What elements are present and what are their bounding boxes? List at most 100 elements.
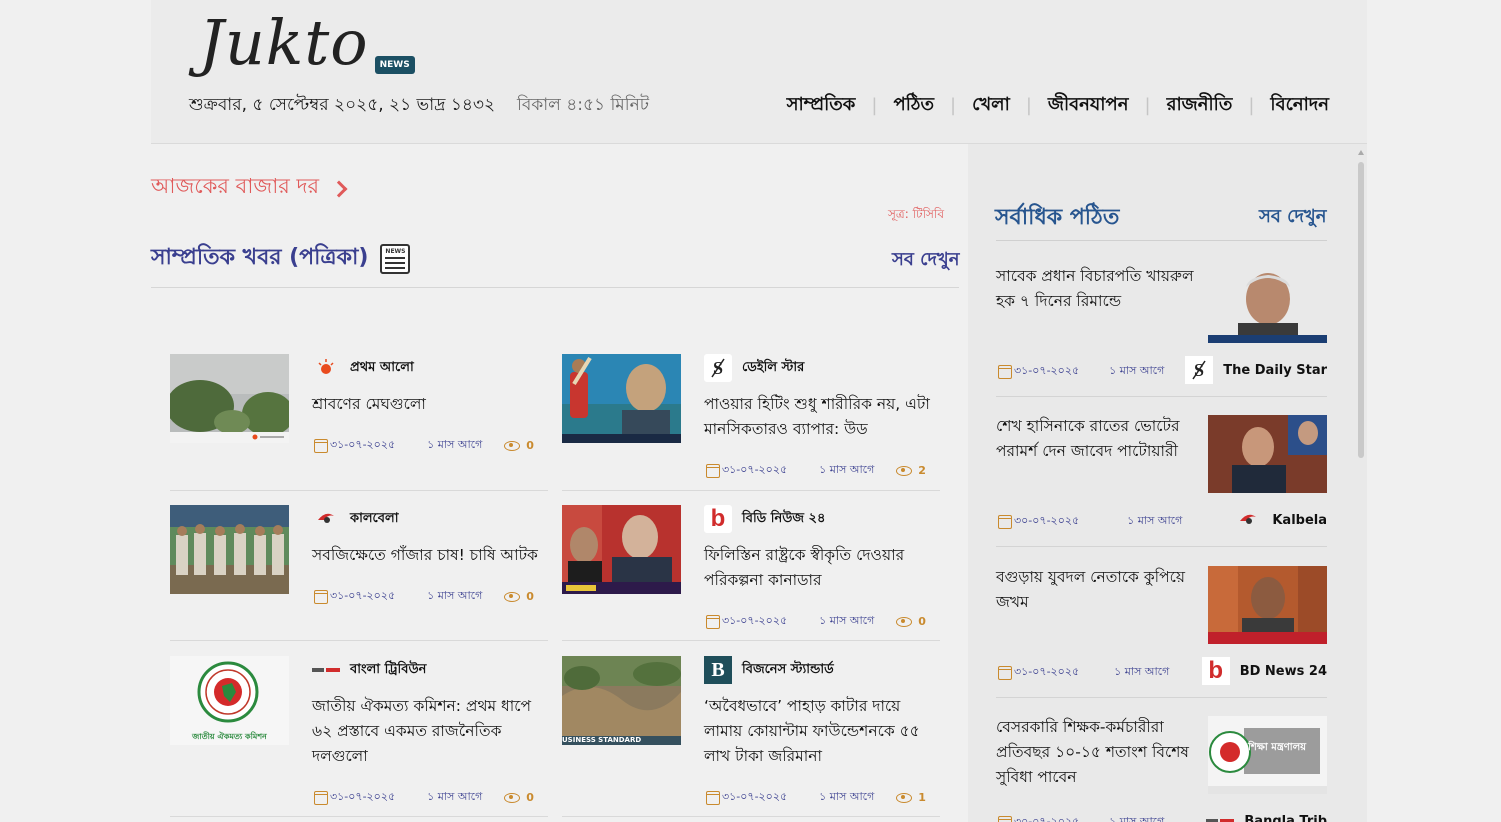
news-views: 1 bbox=[918, 791, 926, 804]
nav-item-politics[interactable]: রাজনীতি bbox=[1167, 90, 1233, 121]
nav-separator: | bbox=[949, 95, 957, 116]
most-read-source: Kalbela bbox=[1234, 506, 1327, 534]
most-read-item-title[interactable]: সাবেক প্রধান বিচারপতি খায়রুল হক ৭ দিনের… bbox=[996, 264, 1196, 314]
most-read-item-title[interactable]: বগুড়ায় যুবদল নেতাকে কুপিয়ে জখম bbox=[996, 565, 1196, 615]
most-read-thumbnail[interactable] bbox=[1208, 566, 1327, 644]
nav-item-recent[interactable]: সাম্প্রতিক bbox=[787, 90, 856, 121]
most-read-source: b BD News 24 bbox=[1201, 657, 1327, 685]
card-divider bbox=[996, 396, 1327, 397]
news-thumbnail[interactable] bbox=[562, 354, 681, 443]
card-divider bbox=[170, 640, 548, 641]
scrollbar-thumb[interactable] bbox=[1358, 162, 1364, 458]
news-title[interactable]: শ্রাবণের মেঘগুলো bbox=[312, 392, 548, 417]
nav-item-lifestyle[interactable]: জীবনযাপন bbox=[1048, 90, 1129, 121]
bdnews24-logo-icon: b bbox=[704, 505, 732, 533]
news-title[interactable]: ফিলিস্তিন রাষ্ট্রকে স্বীকৃতি দেওয়ার পরি… bbox=[704, 543, 940, 593]
news-source: B বিজনেস স্ট্যান্ডার্ড bbox=[704, 656, 834, 684]
most-read-source-name: BD News 24 bbox=[1239, 663, 1327, 679]
latest-news-heading: সাম্প্রতিক খবর (পত্রিকা) NEWS bbox=[151, 240, 411, 277]
most-read-sidebar: সর্বাধিক পঠিত সব দেখুন সাবেক প্রধান বিচা… bbox=[968, 144, 1367, 822]
most-read-thumbnail[interactable] bbox=[1208, 415, 1327, 493]
nav-item-sports[interactable]: খেলা bbox=[972, 90, 1010, 121]
news-meta: ৩১-০৭-২০২৫ ১ মাস আগে 0 bbox=[314, 587, 534, 606]
most-read-time-ago: ১ মাস আগে bbox=[1127, 514, 1183, 527]
most-read-title: সর্বাধিক পঠিত bbox=[995, 205, 1120, 230]
news-date: ৩১-০৭-২০২৫ bbox=[330, 438, 396, 451]
news-title[interactable]: সবজিক্ষেতে গাঁজার চাষ! চাষি আটক bbox=[312, 543, 548, 568]
logo-news-badge: NEWS bbox=[374, 56, 415, 74]
most-read-see-all-link[interactable]: সব দেখুন bbox=[1259, 202, 1327, 233]
news-meta: ৩১-০৭-২০২৫ ১ মাস আগে 0 bbox=[314, 436, 534, 455]
news-time-ago: ১ মাস আগে bbox=[819, 790, 875, 803]
news-title[interactable]: জাতীয় ঐকমত্য কমিশন: প্রথম ধাপে ৬২ প্রস্… bbox=[312, 694, 548, 769]
scroll-up-arrow-icon[interactable] bbox=[1358, 150, 1364, 155]
thumbnail-caption: শিক্ষা মন্ত্রণালয় bbox=[1248, 742, 1307, 753]
news-views: 0 bbox=[526, 439, 534, 452]
calendar-icon bbox=[998, 815, 1012, 822]
most-read-source-name: Bangla Trib bbox=[1244, 813, 1327, 822]
calendar-icon bbox=[998, 364, 1012, 379]
news-date: ৩১-০৭-২০২৫ bbox=[722, 790, 788, 803]
market-price-link[interactable]: আজকের বাজার দর bbox=[151, 170, 348, 205]
news-source-name: ডেইলি স্টার bbox=[742, 359, 805, 375]
news-time-ago: ১ মাস আগে bbox=[819, 614, 875, 627]
news-views: 0 bbox=[918, 615, 926, 628]
calendar-icon bbox=[314, 589, 328, 604]
market-price-label: আজকের বাজার দর bbox=[151, 174, 320, 198]
news-thumbnail[interactable] bbox=[170, 354, 289, 443]
most-read-item-title[interactable]: শেখ হাসিনাকে রাতের ভোটের পরামর্শ দেন জাব… bbox=[996, 414, 1196, 464]
most-read-date: ৩১-০৭-২০২৫ bbox=[1014, 665, 1080, 678]
nav-separator: | bbox=[1144, 95, 1151, 116]
news-date: ৩১-০৭-২০২৫ bbox=[330, 589, 396, 602]
news-thumbnail[interactable] bbox=[562, 505, 681, 594]
page: Jukto NEWS শুক্রবার, ৫ সেপ্টেম্বর ২০২৫, … bbox=[0, 0, 1501, 822]
news-source: কালবেলা bbox=[312, 505, 398, 533]
news-title[interactable]: পাওয়ার হিটিং শুধু শারীরিক নয়, এটা মানস… bbox=[704, 392, 940, 442]
news-source-name: বিজনেস স্ট্যান্ডার্ড bbox=[742, 661, 834, 677]
most-read-source-name: Kalbela bbox=[1272, 512, 1327, 528]
calendar-icon bbox=[706, 790, 720, 805]
most-read-time-ago: ১ মাস আগে bbox=[1114, 665, 1170, 678]
card-divider bbox=[170, 816, 548, 817]
site-logo[interactable]: Jukto NEWS bbox=[199, 10, 415, 76]
news-time-ago: ১ মাস আগে bbox=[427, 589, 483, 602]
news-source-name: বিডি নিউজ ২৪ bbox=[742, 510, 826, 526]
sidebar-scrollbar[interactable] bbox=[1357, 148, 1365, 822]
daily-star-logo-icon: S bbox=[704, 354, 732, 382]
nav-separator: | bbox=[871, 95, 878, 116]
most-read-thumbnail[interactable]: শিক্ষা মন্ত্রণালয় bbox=[1208, 716, 1327, 794]
news-thumbnail[interactable] bbox=[170, 505, 289, 594]
most-read-meta: ৩০-০৭-২০২৫ ১ মাস আগে bbox=[998, 813, 1164, 822]
news-thumbnail[interactable]: USINESS STANDARD bbox=[562, 656, 681, 745]
prothom-alo-logo-icon bbox=[312, 354, 340, 382]
card-divider bbox=[562, 816, 940, 817]
most-read-date: ৩০-০৭-২০২৫ bbox=[1014, 514, 1080, 527]
logo-wordmark: Jukto bbox=[199, 6, 369, 79]
news-source-name: কালবেলা bbox=[350, 510, 399, 526]
most-read-meta: ৩১-০৭-২০২৫ ১ মাস আগে bbox=[998, 362, 1164, 381]
news-title[interactable]: ‘অবৈধভাবে’ পাহাড় কাটার দায়ে লামায় কোয… bbox=[704, 694, 940, 769]
bdnews24-logo-icon: b bbox=[1201, 657, 1230, 685]
news-source-name: প্রথম আলো bbox=[350, 359, 414, 375]
main-nav: সাম্প্রতিক | পঠিত | খেলা | জীবনযাপন | রা… bbox=[787, 90, 1329, 121]
section-divider bbox=[151, 287, 959, 288]
nav-item-read[interactable]: পঠিত bbox=[893, 90, 934, 121]
most-read-meta: ৩১-০৭-২০২৫ ১ মাস আগে bbox=[998, 663, 1169, 682]
most-read-meta: ৩০-০৭-২০২৫ ১ মাস আগে bbox=[998, 512, 1182, 531]
news-meta: ৩১-০৭-২০২৫ ১ মাস আগে 0 bbox=[706, 612, 926, 631]
news-time-ago: ১ মাস আগে bbox=[427, 790, 483, 803]
news-date: ৩১-০৭-২০২৫ bbox=[722, 614, 788, 627]
most-read-item-title[interactable]: বেসরকারি শিক্ষক-কর্মচারীরা প্রতিবছর ১০-১… bbox=[996, 715, 1196, 790]
most-read-date: ৩১-০৭-২০২৫ bbox=[1014, 364, 1080, 377]
section-divider bbox=[996, 240, 1327, 241]
card-divider bbox=[996, 546, 1327, 547]
bangla-tribune-logo-icon bbox=[1206, 807, 1235, 822]
news-time-ago: ১ মাস আগে bbox=[819, 463, 875, 476]
most-read-source: S The Daily Star bbox=[1185, 356, 1327, 384]
current-date: শুক্রবার, ৫ সেপ্টেম্বর ২০২৫, ২১ ভাদ্র ১৪… bbox=[189, 95, 496, 115]
latest-see-all-link[interactable]: সব দেখুন bbox=[892, 245, 960, 276]
news-thumbnail[interactable]: জাতীয় ঐকমত্য কমিশন bbox=[170, 656, 289, 745]
most-read-thumbnail[interactable] bbox=[1208, 265, 1327, 343]
nav-separator: | bbox=[1248, 95, 1255, 116]
nav-item-entertainment[interactable]: বিনোদন bbox=[1270, 90, 1329, 121]
